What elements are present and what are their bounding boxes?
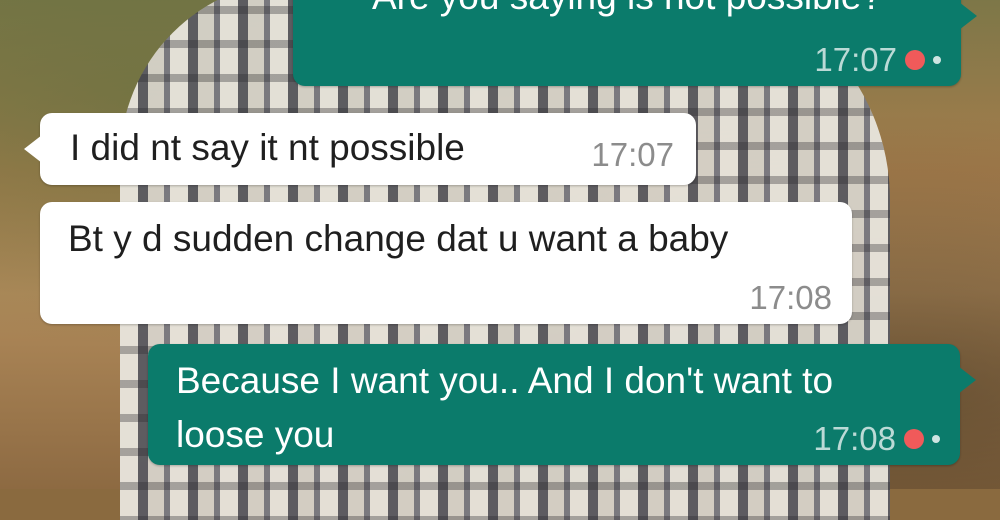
red-dot-icon — [904, 429, 924, 449]
message-time: 17:07 — [814, 41, 897, 78]
message-text: Because I want you.. And I don't want to… — [176, 360, 834, 455]
message-bubble-incoming[interactable]: I did nt say it nt possible 17:07 — [24, 113, 696, 185]
message-meta: 17:08 — [813, 419, 940, 459]
message-bubble-outgoing[interactable]: Because I want you.. And I don't want to… — [148, 344, 976, 465]
message-meta: 17:07 — [591, 135, 674, 175]
message-meta: 17:07 — [814, 40, 941, 80]
message-text: Bt y d sudden change dat u want a baby — [68, 218, 729, 259]
message-time: 17:08 — [749, 279, 832, 316]
message-bubble-incoming[interactable]: Bt y d sudden change dat u want a baby 1… — [40, 202, 852, 324]
message-bubble-outgoing[interactable]: Are you saying is not possible? 17:07 — [293, 0, 977, 86]
red-dot-icon — [905, 50, 925, 70]
small-dot-icon — [933, 56, 941, 64]
bubble-tail — [959, 2, 977, 30]
message-time: 17:08 — [813, 420, 896, 457]
bubble-tail — [958, 366, 976, 394]
small-dot-icon — [932, 435, 940, 443]
message-text: Are you saying is not possible? — [321, 0, 933, 24]
message-text: I did nt say it nt possible — [70, 127, 465, 168]
message-time: 17:07 — [591, 136, 674, 173]
bubble-tail — [24, 135, 42, 163]
message-meta: 17:08 — [749, 278, 832, 318]
